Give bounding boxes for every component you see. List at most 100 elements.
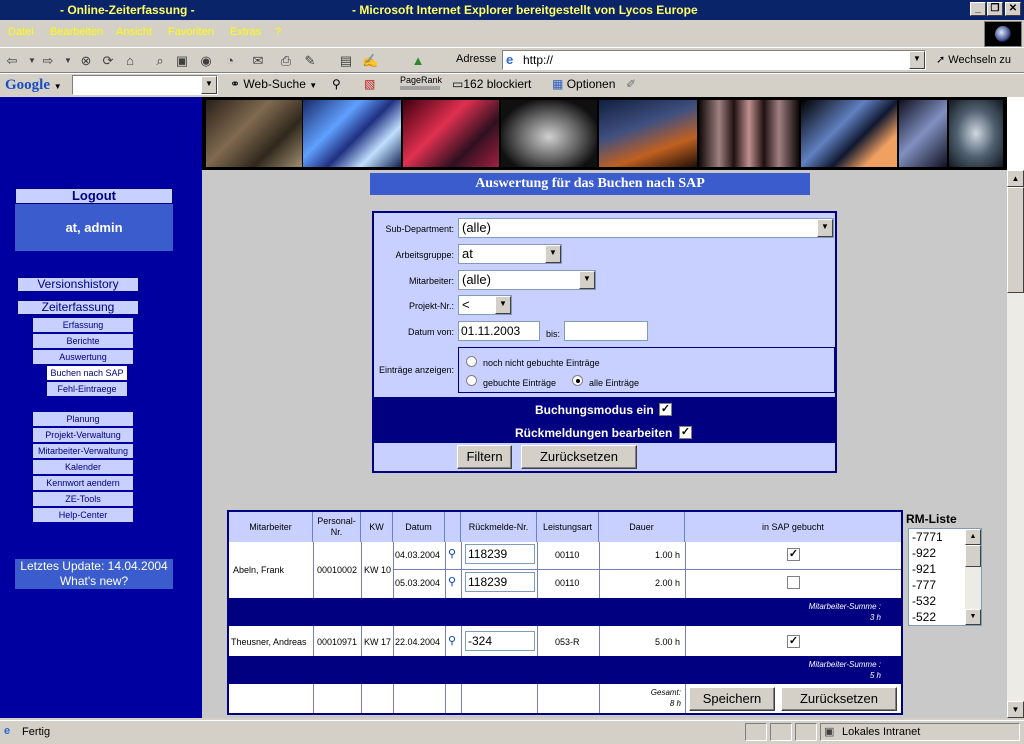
minimize-button[interactable]: _ — [970, 2, 986, 16]
home-icon[interactable]: ⌂ — [122, 53, 138, 69]
chevron-down-icon[interactable]: ▼ — [495, 296, 511, 314]
go-button[interactable]: ➚ Wechseln zu — [936, 53, 1011, 66]
nav-zeiterfassung[interactable]: Zeiterfassung — [17, 300, 139, 315]
options-button[interactable]: ▦ Optionen — [552, 77, 615, 91]
nav-help-center[interactable]: Help-Center — [33, 508, 133, 522]
maximize-button[interactable]: ❐ — [987, 2, 1003, 16]
reset-filter-button[interactable]: Zurücksetzen — [521, 445, 637, 469]
search-site-icon[interactable]: ⚲ — [332, 77, 341, 91]
list-item[interactable]: -522 — [912, 610, 936, 624]
rm-listbox[interactable]: -7771 -922 -921 -777 -532 -522 ▲ ▼ — [908, 528, 982, 626]
websearch-button[interactable]: ⚭ Web-Suche ▼ — [230, 77, 317, 91]
chevron-down-icon[interactable]: ▼ — [909, 51, 925, 69]
news-icon[interactable]: ▧ — [364, 77, 375, 91]
banner-image-city — [599, 100, 697, 167]
menu-extras[interactable]: Extras — [230, 26, 261, 38]
print-icon[interactable]: ⎙ — [278, 53, 294, 69]
popup-blocker[interactable]: ▭162 blockiert — [452, 77, 531, 91]
whats-new-link[interactable]: What's new? — [15, 574, 173, 589]
chevron-down-icon[interactable]: ▼ — [60, 53, 76, 69]
rm-number-input[interactable]: -324 — [465, 631, 535, 651]
address-input[interactable]: e http:// ▼ — [502, 50, 926, 70]
page-scrollbar[interactable]: ▲ ▼ — [1007, 170, 1024, 718]
rm-number-input[interactable]: 118239 — [465, 572, 535, 592]
search-icon[interactable]: ⚲ — [448, 577, 458, 588]
scroll-thumb[interactable] — [1007, 187, 1024, 293]
nav-versionshistory[interactable]: Versionshistory — [17, 277, 139, 292]
banner-image-crystal — [899, 100, 947, 167]
nav-kennwort-aendern[interactable]: Kennwort aendern — [33, 476, 133, 490]
history-icon[interactable]: ◔ — [222, 53, 238, 69]
chevron-down-icon[interactable]: ▼ — [579, 271, 595, 289]
edit-icon[interactable]: ✎ — [302, 53, 318, 69]
menu-ansicht[interactable]: Ansicht — [116, 26, 152, 38]
date-to-input[interactable] — [564, 321, 648, 341]
google-search-input[interactable]: ▼ — [72, 75, 218, 95]
sap-booked-checkbox[interactable] — [787, 576, 800, 589]
employee-select[interactable]: (alle) ▼ — [458, 270, 596, 290]
chevron-down-icon[interactable]: ▼ — [24, 53, 40, 69]
list-item[interactable]: -7771 — [912, 530, 943, 544]
project-select[interactable]: < ▼ — [458, 295, 512, 315]
search-icon[interactable]: ⌕ — [152, 53, 168, 69]
date-from-input[interactable]: 01.11.2003 — [458, 321, 540, 341]
menu-bearbeiten[interactable]: Bearbeiten — [50, 26, 103, 38]
edit-feedback-checkbox[interactable]: ✓ — [679, 426, 692, 439]
search-icon[interactable]: ⚲ — [448, 636, 458, 647]
sap-booked-checkbox[interactable]: ✓ — [787, 548, 800, 561]
menu-favoriten[interactable]: Favoriten — [168, 26, 214, 38]
messenger-icon[interactable]: ✍ — [362, 53, 378, 69]
mail-icon[interactable]: ✉ — [250, 53, 266, 69]
group-select[interactable]: at ▼ — [458, 244, 562, 264]
lycos-icon[interactable]: ▲ — [410, 53, 426, 69]
close-button[interactable]: ✕ — [1005, 2, 1021, 16]
nav-buchen-nach-sap[interactable]: Buchen nach SAP — [47, 366, 127, 380]
nav-kalender[interactable]: Kalender — [33, 460, 133, 474]
highlight-icon[interactable]: ✐ — [626, 77, 636, 91]
chevron-down-icon[interactable]: ▼ — [817, 219, 833, 237]
radio-unbooked[interactable] — [466, 356, 477, 367]
scroll-up-icon[interactable]: ▲ — [1007, 170, 1024, 187]
nav-berichte[interactable]: Berichte — [33, 334, 133, 348]
booking-mode-checkbox[interactable]: ✓ — [659, 403, 672, 416]
list-item[interactable]: -921 — [912, 562, 936, 576]
chevron-down-icon[interactable]: ▼ — [201, 76, 217, 94]
favorites-icon[interactable]: ▣ — [174, 53, 190, 69]
list-item[interactable]: -777 — [912, 578, 936, 592]
booking-options: Buchungsmodus ein ✓ Rückmeldungen bearbe… — [374, 397, 835, 443]
scroll-thumb[interactable] — [965, 545, 981, 567]
google-logo[interactable]: Google ▼ — [5, 77, 62, 94]
chevron-down-icon[interactable]: ▼ — [545, 245, 561, 263]
radio-booked[interactable] — [466, 375, 477, 386]
nav-planung[interactable]: Planung — [33, 412, 133, 426]
stop-icon[interactable]: ⊗ — [78, 53, 94, 69]
nav-ze-tools[interactable]: ZE-Tools — [33, 492, 133, 506]
radio-all[interactable] — [572, 375, 583, 386]
media-icon[interactable]: ◉ — [198, 53, 214, 69]
subdept-select[interactable]: (alle) ▼ — [458, 218, 834, 238]
menu-help[interactable]: ? — [275, 26, 281, 38]
save-button[interactable]: Speichern — [689, 687, 775, 711]
scroll-down-icon[interactable]: ▼ — [1007, 701, 1024, 718]
nav-mitarbeiter-verwaltung[interactable]: Mitarbeiter-Verwaltung — [33, 444, 133, 458]
forward-icon[interactable]: ⇨ — [40, 53, 56, 69]
search-icon[interactable]: ⚲ — [448, 549, 458, 560]
reset-table-button[interactable]: Zurücksetzen — [781, 687, 897, 711]
rm-list-scrollbar[interactable]: ▲ ▼ — [965, 529, 981, 625]
filter-button[interactable]: Filtern — [457, 445, 512, 469]
scroll-down-icon[interactable]: ▼ — [965, 609, 981, 625]
scroll-up-icon[interactable]: ▲ — [965, 529, 981, 545]
menu-datei[interactable]: Datei — [8, 26, 34, 38]
discuss-icon[interactable]: ▤ — [338, 53, 354, 69]
rm-number-input[interactable]: 118239 — [465, 544, 535, 564]
nav-auswertung[interactable]: Auswertung — [33, 350, 133, 364]
nav-fehl-eintraege[interactable]: Fehl-Eintraege — [47, 382, 127, 396]
logout-button[interactable]: Logout — [15, 188, 173, 204]
back-icon[interactable]: ⇦ — [4, 53, 20, 69]
list-item[interactable]: -532 — [912, 594, 936, 608]
nav-erfassung[interactable]: Erfassung — [33, 318, 133, 332]
refresh-icon[interactable]: ⟳ — [100, 53, 116, 69]
list-item[interactable]: -922 — [912, 546, 936, 560]
nav-projekt-verwaltung[interactable]: Projekt-Verwaltung — [33, 428, 133, 442]
sap-booked-checkbox[interactable]: ✓ — [787, 635, 800, 648]
